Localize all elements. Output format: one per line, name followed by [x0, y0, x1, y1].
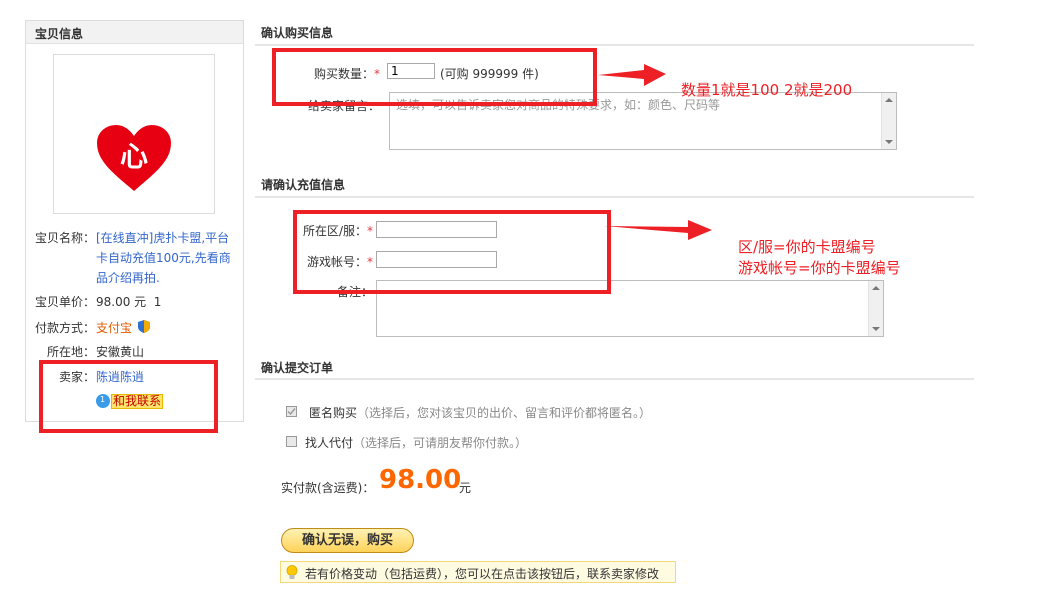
- section-recharge-title: 请确认充值信息: [261, 178, 346, 192]
- annotation-arrow-2-icon: [604, 220, 712, 240]
- annotation-note-2-line-2: 游戏帐号=你的卡盟编号: [738, 259, 901, 277]
- anonymous-checkbox[interactable]: [286, 406, 297, 417]
- section-purchase-title: 确认购买信息: [261, 26, 334, 40]
- total-unit: 元: [459, 481, 472, 495]
- payment-label: 付款方式：: [35, 321, 96, 335]
- scroll-up-icon[interactable]: [872, 286, 880, 290]
- item-name-line-2[interactable]: 卡自动充值100元,先看商: [96, 249, 231, 266]
- section-purchase-divider: [255, 44, 974, 46]
- annotation-note-1: 数量1就是100 2就是200: [681, 81, 853, 99]
- shield-icon: [137, 319, 151, 337]
- item-info-title: 宝贝信息: [35, 27, 84, 41]
- item-price-value: 98.00 元 1: [96, 295, 162, 309]
- annotation-box-seller: [39, 360, 218, 433]
- item-name-label: 宝贝名称：: [35, 231, 96, 245]
- annotation-note-2-line-1: 区/服=你的卡盟编号: [738, 238, 876, 256]
- section-recharge-divider: [255, 196, 974, 198]
- lightbulb-icon: [286, 565, 298, 583]
- item-image-frame[interactable]: 心: [53, 54, 215, 214]
- location-value: 安徽黄山: [96, 345, 145, 359]
- scroll-up-icon[interactable]: [885, 98, 893, 102]
- annotation-box-quantity: [272, 48, 597, 106]
- heart-char: 心: [120, 140, 148, 173]
- anonymous-label-text: 匿名购买: [309, 406, 358, 420]
- payment-value: 支付宝: [96, 321, 133, 335]
- note-scrollbar[interactable]: [868, 281, 883, 336]
- proxy-pay-checkbox[interactable]: [286, 436, 297, 447]
- price-change-tip: 若有价格变动（包括运费），您可以在点击该按钮后，联系卖家修改: [280, 561, 676, 583]
- item-name-line-3[interactable]: 品介绍再拍.: [96, 269, 160, 286]
- section-submit-title: 确认提交订单: [261, 361, 334, 375]
- item-image[interactable]: 心: [93, 123, 175, 193]
- item-name-line-1[interactable]: [在线直冲]虎扑卡盟,平台: [96, 229, 229, 246]
- item-price-label: 宝贝单价：: [35, 295, 96, 309]
- scroll-down-icon[interactable]: [872, 327, 880, 331]
- annotation-arrow-1-icon: [598, 64, 666, 86]
- section-submit-divider: [255, 378, 974, 380]
- proxy-pay-hint: （选择后，可请朋友帮你付款。）: [353, 436, 528, 450]
- total-label: 实付款(含运费)：: [281, 481, 375, 495]
- price-change-tip-text: 若有价格变动（包括运费），您可以在点击该按钮后，联系卖家修改: [305, 567, 660, 581]
- anonymous-label: 匿名购买（选择后，您对该宝贝的出价、留言和评价都将匿名。）: [309, 404, 651, 421]
- proxy-pay-label: 找人代付（选择后，可请朋友帮你付款。）: [305, 434, 527, 451]
- confirm-buy-button[interactable]: 确认无误，购买: [281, 528, 414, 553]
- location-label: 所在地：: [47, 345, 96, 359]
- heart-icon: 心: [97, 125, 171, 191]
- scroll-down-icon[interactable]: [885, 140, 893, 144]
- message-scrollbar[interactable]: [881, 93, 896, 149]
- total-amount: 98.00: [379, 465, 462, 495]
- item-info-header: 宝贝信息: [26, 21, 243, 44]
- anonymous-hint: （选择后，您对该宝贝的出价、留言和评价都将匿名。）: [357, 406, 652, 420]
- proxy-pay-label-text: 找人代付: [305, 436, 354, 450]
- annotation-box-recharge: [293, 210, 611, 294]
